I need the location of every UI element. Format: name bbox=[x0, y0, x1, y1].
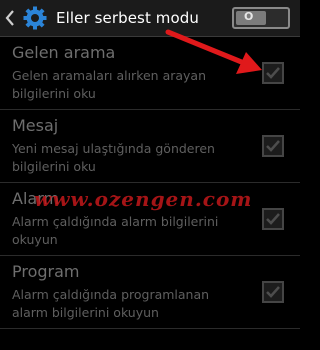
message-checkbox[interactable] bbox=[262, 135, 284, 157]
toggle-knob: O bbox=[236, 10, 266, 25]
back-arrow-icon[interactable] bbox=[4, 8, 16, 28]
item-description: Alarm çaldığında alarm bilgilerini okuyu… bbox=[12, 214, 219, 247]
schedule-checkbox[interactable] bbox=[262, 281, 284, 303]
incoming-call-checkbox[interactable] bbox=[262, 62, 284, 84]
page-title: Eller serbest modu bbox=[56, 9, 200, 27]
action-bar: Eller serbest modu O bbox=[0, 0, 300, 37]
watermark: www.ozengen.com bbox=[34, 187, 253, 211]
check-icon bbox=[266, 286, 280, 298]
alarm-checkbox[interactable] bbox=[262, 208, 284, 230]
item-description: Gelen aramaları alırken arayan bilgileri… bbox=[12, 68, 207, 101]
item-description: Yeni mesaj ulaştığında gönderen bilgiler… bbox=[12, 141, 215, 174]
item-title: Program bbox=[12, 262, 80, 281]
check-icon bbox=[266, 213, 280, 225]
hands-free-toggle[interactable]: O bbox=[232, 7, 290, 29]
list-item-incoming-call[interactable]: Gelen arama Gelen aramaları alırken aray… bbox=[0, 37, 300, 110]
check-icon bbox=[266, 67, 280, 79]
item-description: Alarm çaldığında programlanan alarm bilg… bbox=[12, 287, 210, 320]
toggle-on-icon: O bbox=[244, 10, 254, 23]
list-item-message[interactable]: Mesaj Yeni mesaj ulaştığında gönderen bi… bbox=[0, 110, 300, 183]
check-icon bbox=[266, 140, 280, 152]
item-title: Mesaj bbox=[12, 116, 59, 135]
list-item-schedule[interactable]: Program Alarm çaldığında programlanan al… bbox=[0, 256, 300, 329]
gear-icon bbox=[23, 6, 47, 30]
item-title: Gelen arama bbox=[12, 43, 116, 62]
settings-list: Gelen arama Gelen aramaları alırken aray… bbox=[0, 37, 300, 329]
